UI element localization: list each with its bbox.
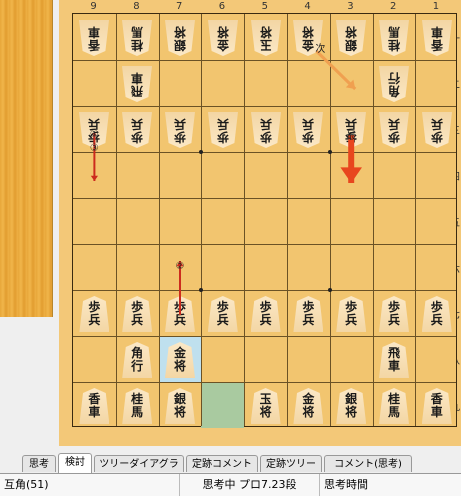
next-move-label: 次 [315,42,325,55]
column-label: 1 [432,1,440,12]
candidate-arrow-3-head [90,175,98,181]
column-label: 9 [90,1,97,12]
status-bar: 互角(51) 思考中 プロ7.23段 思考時間 [0,474,461,496]
tab-2[interactable]: ツリーダイアグラム [94,455,184,487]
candidate-label-1: ① [90,129,99,140]
column-label: 4 [304,1,311,12]
tab-3[interactable]: 定跡コメント [186,455,258,472]
next-move-arrow [315,49,357,91]
thinking-time-label: 思考時間 [324,478,368,491]
column-label: 8 [133,1,140,12]
column-label: 2 [390,1,397,12]
tab-0[interactable]: 思考 [22,455,56,472]
candidate-label-2: ② [176,261,185,272]
tab-1[interactable]: 検討 [58,453,92,473]
column-label: 5 [261,1,268,12]
tab-5[interactable]: コメント(思考) [324,455,412,472]
tab-bar: 思考検討ツリーダイアグラム定跡コメント定跡ツリーコメント(思考) [0,453,461,487]
evaluation-text: 互角(51) [0,474,180,496]
best-move-arrow-head [340,167,362,183]
thinking-status: 思考中 プロ7.23段 [180,474,320,496]
piece-stand [0,0,53,317]
column-label: 3 [347,1,354,12]
column-label: 6 [218,1,226,12]
shogi-board[interactable]: 香車桂馬銀将金将玉将金将銀将桂馬香車飛車角行歩兵歩兵歩兵歩兵歩兵歩兵歩兵歩兵歩兵… [72,13,457,428]
column-label: 7 [176,1,183,12]
tab-4[interactable]: 定跡ツリー [260,455,322,472]
candidate-label-3: ③ [90,143,99,154]
best-move-label: 最 [346,130,356,142]
hint-arrows: 次最 ① ③ ② [90,42,362,315]
